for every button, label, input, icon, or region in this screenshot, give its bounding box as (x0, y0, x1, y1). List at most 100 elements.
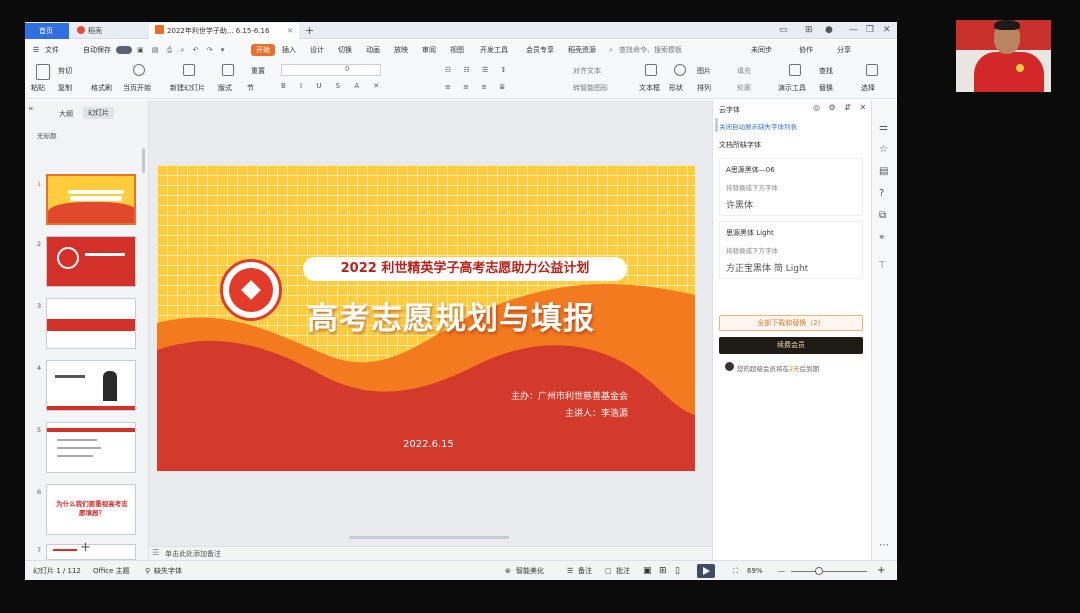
renew-member-button[interactable]: 续费会员 (719, 337, 863, 354)
close-tab-icon[interactable]: ✕ (287, 23, 293, 39)
location-icon[interactable]: ⌖ (879, 232, 885, 243)
layout-icon[interactable] (222, 64, 234, 76)
slide-thumbnail[interactable] (46, 298, 136, 349)
missing-fonts-status-icon[interactable]: ⚲ (145, 561, 150, 580)
play-current-button[interactable]: 当页开始 (123, 83, 151, 93)
presentation-tool-button[interactable]: 演示工具 (778, 83, 806, 93)
fit-zoom-icon[interactable]: ⛶ (733, 561, 738, 580)
autosave-toggle[interactable] (116, 46, 132, 54)
notes-toggle-button[interactable]: 备注 (578, 561, 592, 580)
text-box-icon[interactable] (645, 64, 657, 76)
zoom-out-button[interactable]: — (778, 561, 785, 580)
transition-icon[interactable]: ⧉ (879, 210, 886, 221)
template-icon[interactable]: ▤ (879, 166, 888, 177)
menu-review[interactable]: 审阅 (422, 40, 436, 60)
slide-thumbnail[interactable] (46, 422, 136, 473)
user-avatar-icon[interactable]: ● (825, 22, 833, 39)
tab-slides[interactable]: 幻灯片 (83, 107, 114, 119)
slide-thumbnail[interactable] (46, 544, 136, 560)
quick-access-icons[interactable]: ▣ ▤ ⎙ ⌕ ↶ ↷ ▾ (137, 40, 227, 60)
align-text-button[interactable]: 对齐文本 (573, 66, 601, 76)
section-untitled[interactable]: 无标题 (37, 130, 57, 140)
notes-toggle-icon[interactable]: ☰ (567, 561, 573, 580)
slide-thumbnail[interactable] (46, 236, 136, 287)
align-icons[interactable]: ≡ ≡ ≡ ≣ (445, 83, 510, 91)
menu-show[interactable]: 放映 (394, 40, 408, 60)
font-size-select[interactable]: 0 (345, 65, 349, 73)
help-icon[interactable]: ? (879, 188, 884, 199)
command-search-input[interactable]: 查找命令、搜索模板 (619, 40, 682, 60)
share-button[interactable]: 分享 (837, 40, 851, 60)
layout-button[interactable]: 版式 (218, 83, 232, 93)
menu-member[interactable]: 会员专享 (526, 40, 554, 60)
tab-outline[interactable]: 大纲 (59, 109, 73, 119)
menu-file[interactable]: 文件 (45, 40, 59, 60)
font-card[interactable]: A思源黑体—06 将替换成下方字体 许黑体 (719, 158, 863, 216)
animation-icon[interactable]: ☆ (879, 144, 888, 155)
play-icon[interactable] (133, 64, 145, 76)
comments-toggle-button[interactable]: 批注 (616, 561, 630, 580)
new-slide-icon[interactable] (183, 64, 195, 76)
text-icon[interactable]: T (879, 260, 885, 271)
sorter-view-icon[interactable]: ⊞ (659, 561, 667, 580)
zoom-level[interactable]: 69% (747, 561, 763, 580)
normal-view-icon[interactable]: ▣ (643, 561, 652, 580)
add-slide-button[interactable]: + (80, 540, 91, 555)
list-icons[interactable]: ☷ ☷ ☰ ↕ (445, 66, 511, 74)
tab-document[interactable]: 2022年利世学子助... 6.15-6.16 ✕ (149, 23, 299, 39)
smart-beautify-icon[interactable]: ⊛ (505, 561, 511, 580)
panel-scrollbar[interactable] (142, 148, 145, 173)
close-window-button[interactable]: ✕ (883, 22, 891, 39)
comments-toggle-icon[interactable]: ▢ (605, 561, 612, 580)
text-format-icons[interactable]: B I U S A ✕ (281, 82, 385, 90)
new-tab-button[interactable]: + (305, 22, 314, 39)
slide-thumbnail[interactable] (46, 174, 136, 225)
close-auto-show-link[interactable]: 关闭自动展示缺失字体列表 (719, 121, 797, 131)
restore-button[interactable]: ❐ (866, 22, 874, 39)
more-icon[interactable]: ⋯ (879, 540, 889, 551)
cloud-font-title[interactable]: 云字体 (719, 105, 740, 115)
collab-button[interactable]: 协作 (799, 40, 813, 60)
paste-icon[interactable] (36, 64, 50, 80)
panel-header-icons[interactable]: ◎ ⚙ ⇵ ✕ (813, 103, 869, 112)
search-icon[interactable]: ⌕ (609, 40, 613, 60)
font-family-select[interactable] (281, 64, 381, 76)
tab-daoke[interactable]: 稻壳 (71, 23, 141, 39)
select-button[interactable]: 选择 (861, 83, 875, 93)
select-icon[interactable] (866, 64, 878, 76)
arrange-button[interactable]: 排列 (697, 83, 711, 93)
smart-beautify-button[interactable]: 智能美化 (516, 561, 544, 580)
notes-placeholder[interactable]: 单击此处添加备注 (165, 549, 221, 559)
missing-fonts-status[interactable]: 缺失字体 (154, 561, 182, 580)
convert-smartart-button[interactable]: 转智能图形 (573, 83, 608, 93)
menu-animation[interactable]: 动画 (366, 40, 380, 60)
paste-button[interactable]: 粘贴 (31, 83, 45, 93)
menu-devtools[interactable]: 开发工具 (480, 40, 508, 60)
presentation-tool-icon[interactable] (789, 64, 801, 76)
find-button[interactable]: 查找 (819, 66, 833, 76)
zoom-slider-handle[interactable] (814, 567, 823, 575)
panel-scrollbar[interactable] (715, 118, 718, 132)
shape-button[interactable]: 形状 (669, 83, 683, 93)
slide-thumbnail[interactable] (46, 360, 136, 411)
cut-button[interactable]: 剪切 (58, 66, 72, 76)
menu-icon[interactable]: ☰ (33, 40, 39, 60)
format-painter-button[interactable]: 格式刷 (91, 83, 112, 93)
menu-view[interactable]: 视图 (450, 40, 464, 60)
menu-design[interactable]: 设计 (310, 40, 324, 60)
outline-button[interactable]: 轮廓 (737, 83, 751, 93)
canvas-scrollbar[interactable] (349, 536, 509, 539)
menu-start[interactable]: 开始 (251, 44, 275, 56)
download-all-button[interactable]: 全部下载和替换（2） (719, 315, 863, 331)
section-button[interactable]: 节 (247, 83, 254, 93)
font-card[interactable]: 思源黑体 Light 将替换成下方字体 方正宝黑体 简 Light (719, 221, 863, 279)
menu-switch[interactable]: 切换 (338, 40, 352, 60)
menu-resources[interactable]: 稻壳资源 (568, 40, 596, 60)
tab-home[interactable]: 首页 (25, 23, 69, 39)
reading-view-icon[interactable]: ▯ (675, 561, 680, 580)
zoom-in-button[interactable]: + (877, 561, 885, 580)
shape-icon[interactable] (674, 64, 686, 76)
menu-insert[interactable]: 插入 (282, 40, 296, 60)
fill-button[interactable]: 填充 (737, 66, 751, 76)
new-slide-button[interactable]: 新建幻灯片 (170, 83, 205, 93)
